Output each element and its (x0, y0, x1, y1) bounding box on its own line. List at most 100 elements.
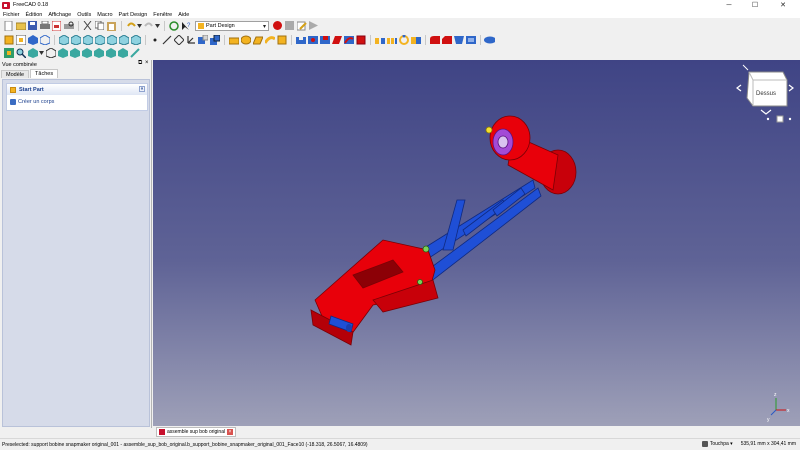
measure-linear-icon[interactable] (129, 47, 140, 58)
draft-icon[interactable] (453, 34, 464, 45)
std-view-rear-icon[interactable] (93, 47, 104, 58)
view-toolbar (0, 32, 800, 47)
axis-indicator: z x y (767, 392, 790, 423)
additive-loft-icon[interactable] (252, 34, 263, 45)
tab-taches[interactable]: Tâches (30, 69, 59, 78)
undo-icon[interactable] (125, 20, 136, 31)
boolean-icon[interactable] (484, 34, 495, 45)
subtractive-primitive-icon[interactable] (355, 34, 366, 45)
chamfer-icon[interactable] (441, 34, 452, 45)
subtractive-loft-icon[interactable] (331, 34, 342, 45)
additive-pipe-icon[interactable] (264, 34, 275, 45)
menu-fichier[interactable]: Fichier (3, 12, 20, 18)
print-pdf-icon[interactable] (51, 20, 62, 31)
create-body-dropdown-icon[interactable] (39, 47, 44, 58)
view-top-icon[interactable] (82, 34, 93, 45)
3d-model-scene[interactable]: Dessus z x y (153, 60, 800, 426)
local-coordinate-system-icon[interactable] (185, 34, 196, 45)
refresh-icon[interactable] (168, 20, 179, 31)
std-view-bottom-icon[interactable] (105, 47, 116, 58)
fillet-icon[interactable] (429, 34, 440, 45)
menu-part-design[interactable]: Part Design (119, 12, 148, 18)
groove-icon[interactable] (319, 34, 330, 45)
red-bracket[interactable] (310, 239, 439, 346)
freecad-logo-icon (2, 1, 10, 9)
hole-icon[interactable] (307, 34, 318, 45)
navigation-cube[interactable]: Dessus (736, 64, 794, 123)
draw-style-icon[interactable] (27, 34, 38, 45)
measure-distance-icon[interactable] (149, 34, 160, 45)
taskbox-header[interactable]: Start Part « (7, 84, 147, 95)
save-icon[interactable] (27, 20, 38, 31)
std-view-top-icon[interactable] (69, 47, 80, 58)
create-body-task[interactable]: Créer un corps (7, 95, 147, 109)
revolution-icon[interactable] (240, 34, 251, 45)
std-view-left-icon[interactable] (117, 47, 128, 58)
macro-run-icon[interactable] (308, 20, 319, 31)
sketch-line-icon[interactable] (161, 34, 172, 45)
create-body-icon[interactable] (27, 47, 38, 58)
collapse-icon[interactable]: « (139, 86, 145, 92)
shape-binder-icon[interactable] (197, 34, 208, 45)
zoom-icon[interactable] (15, 47, 26, 58)
close-panel-icon[interactable]: × (145, 60, 149, 66)
additive-primitive-icon[interactable] (276, 34, 287, 45)
view-right-icon[interactable] (94, 34, 105, 45)
mirrored-icon[interactable] (374, 34, 385, 45)
view-fit-icon[interactable] (45, 47, 56, 58)
macro-record-icon[interactable] (272, 20, 283, 31)
minimize-button[interactable]: ─ (716, 0, 742, 10)
3d-viewport[interactable]: Dessus z x y (153, 60, 800, 426)
macro-stop-icon[interactable] (284, 20, 295, 31)
view-left-icon[interactable] (130, 34, 141, 45)
open-folder-icon[interactable] (15, 20, 26, 31)
clone-icon[interactable] (209, 34, 220, 45)
menu-edition[interactable]: Édition (26, 12, 43, 18)
paste-icon[interactable] (106, 20, 117, 31)
copy-icon[interactable] (94, 20, 105, 31)
print-preview-icon[interactable] (63, 20, 74, 31)
menu-aide[interactable]: Aide (178, 12, 189, 18)
whats-this-icon[interactable]: ? (180, 20, 191, 31)
thickness-icon[interactable] (465, 34, 476, 45)
document-tab[interactable]: assemble sup bob original : 1 × (156, 427, 236, 437)
float-panel-icon[interactable]: ⧉ (138, 60, 142, 67)
fit-selection-icon[interactable] (15, 34, 26, 45)
menu-outils[interactable]: Outils (77, 12, 91, 18)
new-document-icon[interactable] (3, 20, 14, 31)
create-part-icon[interactable] (3, 47, 14, 58)
undo-dropdown-icon[interactable] (137, 20, 142, 31)
print-icon[interactable] (39, 20, 50, 31)
fit-all-icon[interactable] (3, 34, 14, 45)
menu-fenetre[interactable]: Fenêtre (153, 12, 172, 18)
tab-modele[interactable]: Modèle (1, 70, 30, 78)
view-front-icon[interactable] (70, 34, 81, 45)
cut-icon[interactable] (82, 20, 93, 31)
menu-macro[interactable]: Macro (97, 12, 112, 18)
navigation-style-selector[interactable]: Touchpa ▾ (701, 441, 733, 447)
linear-pattern-icon[interactable] (386, 34, 397, 45)
pad-icon[interactable] (228, 34, 239, 45)
pocket-icon[interactable] (295, 34, 306, 45)
macro-edit-icon[interactable] (296, 20, 307, 31)
std-view-right-icon[interactable] (81, 47, 92, 58)
view-rear-icon[interactable] (106, 34, 117, 45)
polar-pattern-icon[interactable] (398, 34, 409, 45)
workbench-selector[interactable]: Part Design ▾ (195, 20, 269, 31)
redo-icon[interactable] (143, 20, 154, 31)
close-button[interactable]: ✕ (770, 0, 796, 10)
close-document-icon[interactable]: × (227, 429, 233, 435)
maximize-button[interactable]: ☐ (742, 0, 768, 10)
std-view-front-icon[interactable] (57, 47, 68, 58)
view-isometric-icon[interactable] (58, 34, 69, 45)
body-icon (10, 99, 16, 105)
multi-transform-icon[interactable] (410, 34, 421, 45)
view-bottom-icon[interactable] (118, 34, 129, 45)
redo-dropdown-icon[interactable] (155, 20, 160, 31)
axis-x-label: x (787, 408, 790, 414)
blue-arm-frame[interactable] (420, 179, 542, 284)
datum-plane-icon[interactable] (173, 34, 184, 45)
subtractive-pipe-icon[interactable] (343, 34, 354, 45)
bounding-box-icon[interactable] (39, 34, 50, 45)
menu-affichage[interactable]: Affichage (48, 12, 71, 18)
